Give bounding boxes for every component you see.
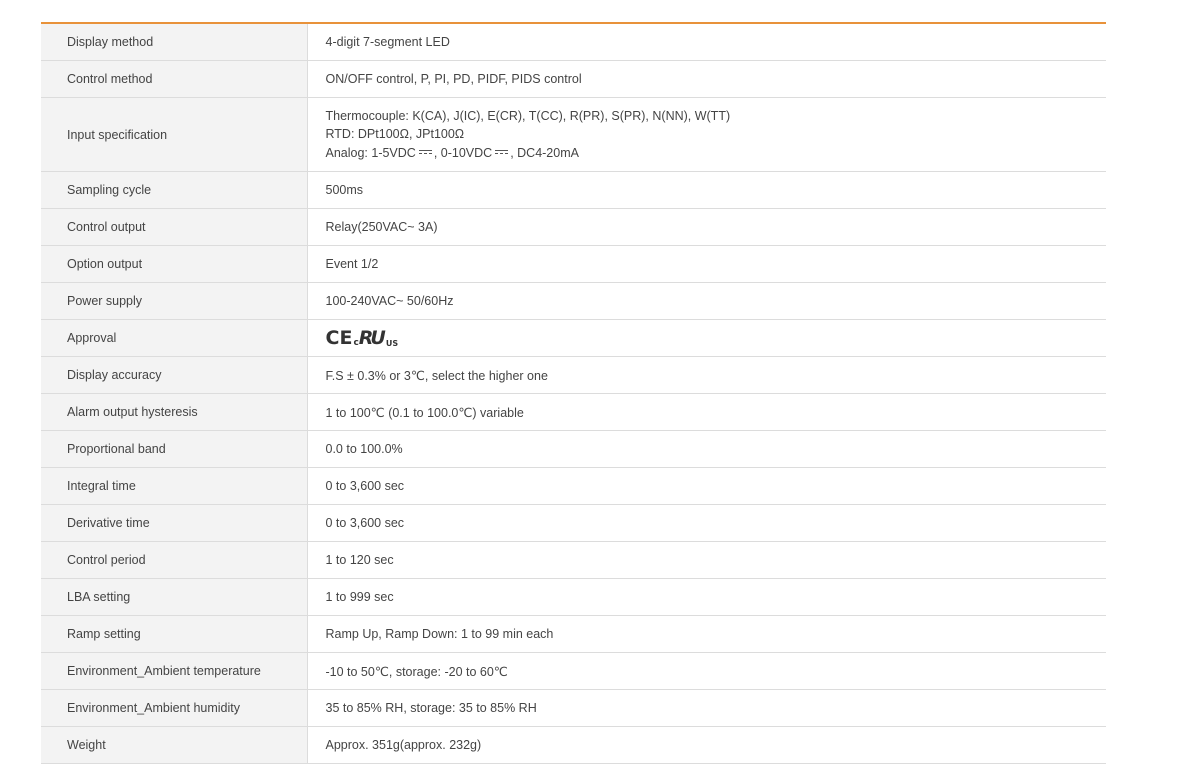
spec-label: Environment_Ambient temperature (41, 652, 308, 690)
spec-label: Power supply (41, 282, 308, 320)
spec-table-container: Display method 4-digit 7-segment LED Con… (41, 22, 1106, 764)
analog-part-1: Analog: 1-5VDC (325, 145, 416, 160)
spec-value: 1 to 999 sec (307, 578, 1106, 616)
spec-value: Event 1/2 (307, 245, 1106, 283)
cul-us-suffix: US (385, 339, 399, 348)
input-spec-thermocouple: Thermocouple: K(CA), J(IC), E(CR), T(CC)… (325, 108, 731, 123)
spec-value: 4-digit 7-segment LED (307, 24, 1106, 61)
spec-value: ON/OFF control, P, PI, PD, PIDF, PIDS co… (307, 60, 1106, 98)
spec-value: 35 to 85% RH, storage: 35 to 85% RH (307, 689, 1106, 727)
spec-value: Relay(250VAC~ 3A) (307, 208, 1106, 246)
spec-label: Derivative time (41, 504, 308, 542)
input-spec-analog: Analog: 1-5VDC , 0-10VDC , DC4-20mA (326, 144, 1107, 163)
spec-value: 500ms (307, 171, 1106, 209)
spec-value: 0 to 3,600 sec (307, 504, 1106, 542)
table-row: Option output Event 1/2 (41, 245, 1106, 283)
spec-label: Approval (41, 319, 308, 357)
table-row: Proportional band 0.0 to 100.0% (41, 430, 1106, 468)
spec-label: Control method (41, 60, 308, 98)
spec-value: 0.0 to 100.0% (307, 430, 1106, 468)
table-row: Display method 4-digit 7-segment LED (41, 24, 1106, 61)
table-row: Input specification Thermocouple: K(CA),… (41, 97, 1107, 172)
table-row: LBA setting 1 to 999 sec (41, 578, 1106, 616)
table-row: Alarm output hysteresis 1 to 100℃ (0.1 t… (41, 393, 1106, 431)
dc-symbol-icon (495, 149, 509, 156)
spec-value: 100-240VAC~ 50/60Hz (307, 282, 1106, 320)
spec-value: -10 to 50℃, storage: -20 to 60℃ (307, 652, 1106, 690)
spec-label: Integral time (41, 467, 308, 505)
spec-table: Display method 4-digit 7-segment LED Con… (41, 24, 1106, 764)
table-row: Environment_Ambient humidity 35 to 85% R… (41, 689, 1106, 727)
approval-marks: CE c RU US (326, 328, 399, 348)
spec-label: LBA setting (41, 578, 308, 616)
spec-label: Input specification (41, 97, 308, 172)
spec-label: Weight (41, 726, 308, 764)
spec-label: Control output (41, 208, 308, 246)
table-row: Environment_Ambient temperature -10 to 5… (41, 652, 1106, 690)
input-spec-rtd: RTD: DPt100Ω, JPt100Ω (325, 127, 465, 142)
spec-label: Alarm output hysteresis (41, 393, 308, 431)
spec-value: F.S ± 0.3% or 3℃, select the higher one (307, 356, 1106, 394)
spec-label: Display accuracy (41, 356, 308, 394)
spec-label: Sampling cycle (41, 171, 308, 209)
table-row: Power supply 100-240VAC~ 50/60Hz (41, 282, 1106, 320)
ce-mark-icon: CE (325, 327, 353, 349)
table-row: Control output Relay(250VAC~ 3A) (41, 208, 1106, 246)
table-row: Display accuracy F.S ± 0.3% or 3℃, selec… (41, 356, 1106, 394)
table-row: Integral time 0 to 3,600 sec (41, 467, 1106, 505)
spec-label: Environment_Ambient humidity (41, 689, 308, 727)
spec-value: Ramp Up, Ramp Down: 1 to 99 min each (307, 615, 1106, 653)
table-row: Sampling cycle 500ms (41, 171, 1106, 209)
spec-value-approval: CE c RU US (307, 319, 1106, 357)
analog-part-2: , 0-10VDC (433, 145, 493, 160)
spec-label: Proportional band (41, 430, 308, 468)
table-row: Approval CE c RU US (41, 319, 1106, 357)
table-row: Ramp setting Ramp Up, Ramp Down: 1 to 99… (41, 615, 1106, 653)
table-row: Derivative time 0 to 3,600 sec (41, 504, 1106, 542)
spec-value: 0 to 3,600 sec (307, 467, 1106, 505)
table-row: Control method ON/OFF control, P, PI, PD… (41, 60, 1106, 98)
dc-symbol-icon (418, 149, 432, 156)
spec-label: Display method (41, 24, 308, 61)
spec-label: Option output (41, 245, 308, 283)
spec-label: Control period (41, 541, 308, 579)
cul-us-mark-icon: RU (358, 327, 386, 349)
table-row: Weight Approx. 351g(approx. 232g) (41, 726, 1106, 764)
spec-value: 1 to 120 sec (307, 541, 1106, 579)
spec-value: 1 to 100℃ (0.1 to 100.0℃) variable (307, 393, 1106, 431)
table-row: Control period 1 to 120 sec (41, 541, 1106, 579)
spec-value: Approx. 351g(approx. 232g) (307, 726, 1106, 764)
analog-part-3: , DC4-20mA (510, 145, 579, 160)
spec-label: Ramp setting (41, 615, 308, 653)
spec-value-multiline: Thermocouple: K(CA), J(IC), E(CR), T(CC)… (307, 97, 1107, 172)
